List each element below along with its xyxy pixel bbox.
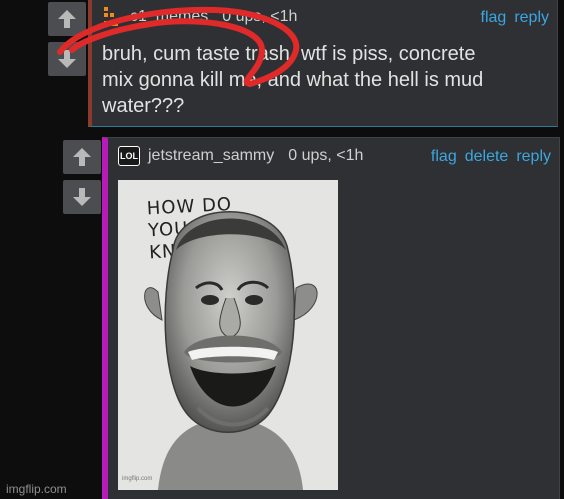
arrow-down-icon	[73, 188, 91, 206]
comment-actions: flag delete reply	[431, 148, 551, 166]
comment-username[interactable]: jetstream_sammy	[148, 147, 274, 165]
site-watermark: imgflip.com	[6, 482, 67, 496]
reply-link[interactable]: reply	[516, 148, 551, 166]
caricature-face-drawing	[144, 211, 318, 490]
arrow-up-icon	[73, 148, 91, 166]
image-watermark: imgflip.com	[122, 476, 153, 482]
comment-header: LOL jetstream_sammy 0 ups, <1h	[118, 146, 363, 166]
lol-badge-icon: LOL	[118, 146, 140, 166]
comment-meta: 0 ups, <1h	[288, 147, 364, 164]
red-annotation-scribble	[57, 6, 300, 87]
upvote-button[interactable]	[63, 140, 101, 174]
downvote-button[interactable]	[63, 180, 101, 214]
delete-link[interactable]: delete	[465, 148, 509, 166]
flag-link[interactable]: flag	[431, 148, 457, 166]
meme-image[interactable]: HOW DO YOU KNOW!!! imgflip.com	[118, 180, 338, 490]
